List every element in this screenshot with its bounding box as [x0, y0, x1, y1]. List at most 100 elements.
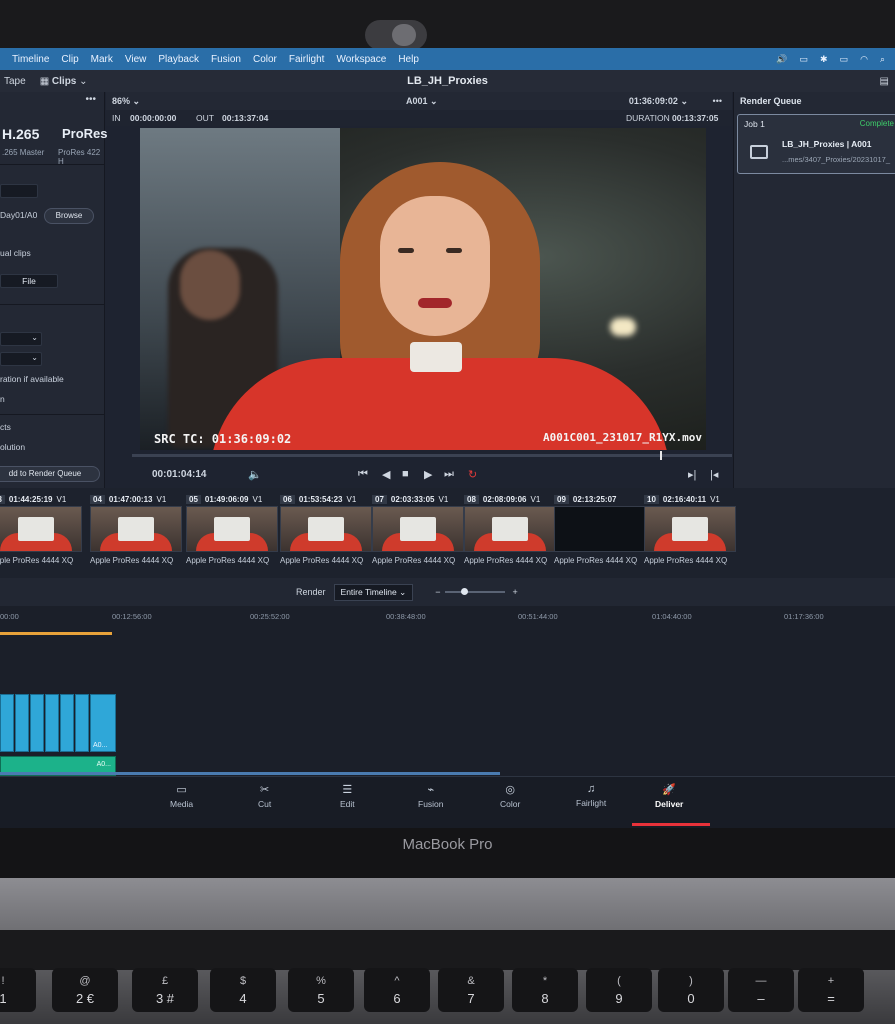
- clip-name-select[interactable]: A001 ⌄: [406, 96, 438, 107]
- clip-07[interactable]: 07 02:03:33:05 V1 Apple ProRes 4444 XQ: [372, 492, 464, 576]
- zoom-slider-handle[interactable]: [460, 588, 468, 595]
- key-3[interactable]: £3 #: [132, 968, 198, 1012]
- key-6[interactable]: ^ 6: [364, 968, 430, 1012]
- tab-fusion[interactable]: ⌁ Fusion: [418, 783, 444, 809]
- search-icon[interactable]: ⌕: [880, 54, 885, 65]
- single-file-toggle[interactable]: File: [0, 274, 58, 288]
- clip-08[interactable]: 08 02:08:09:06 V1 Apple ProRes 4444 XQ: [464, 492, 556, 576]
- viewer-timecode[interactable]: 01:36:09:02 ⌄: [629, 96, 688, 107]
- timeline-ruler[interactable]: 00:00 00:12:56:00 00:25:52:00 00:38:48:0…: [0, 606, 895, 636]
- preset-h265-sub: .265 Master: [2, 148, 45, 157]
- timeline-clip[interactable]: [0, 694, 14, 752]
- resolution-option[interactable]: olution: [0, 442, 25, 452]
- key-8[interactable]: * 8: [512, 968, 578, 1012]
- timeline-clip[interactable]: A0...: [90, 694, 116, 752]
- menu-help[interactable]: Help: [398, 54, 419, 65]
- filename-field[interactable]: [0, 184, 38, 198]
- out-timecode[interactable]: 00:13:37:04: [222, 113, 268, 123]
- add-to-render-queue-button[interactable]: dd to Render Queue: [0, 466, 100, 482]
- menu-view[interactable]: View: [125, 54, 147, 65]
- clip-10[interactable]: 10 02:16:40:11 V1 Apple ProRes 4444 XQ: [644, 492, 736, 576]
- viewer-scrubber[interactable]: [132, 451, 732, 460]
- individual-clips-option[interactable]: ual clips: [0, 248, 31, 258]
- page-layout-icon[interactable]: ▤: [880, 76, 889, 87]
- timeline-clip[interactable]: [60, 694, 74, 752]
- play-reverse-icon[interactable]: ◀: [382, 468, 390, 481]
- format-select[interactable]: ⌄: [0, 332, 42, 346]
- out-point-icon[interactable]: |◂: [710, 468, 718, 481]
- key-4[interactable]: $4: [210, 968, 276, 1012]
- menu-playback[interactable]: Playback: [158, 54, 199, 65]
- clip-04[interactable]: 04 01:47:00:13 V1 Apple ProRes 4444 XQ: [90, 492, 182, 576]
- zoom-select[interactable]: 86% ⌄: [112, 96, 140, 107]
- volume-icon[interactable]: 🔊: [776, 54, 787, 65]
- clip-03[interactable]: 0301:44:25:19V1 Apple ProRes 4444 XQ: [0, 492, 82, 576]
- source-viewer[interactable]: SRC TC: 01:36:09:02 A001C001_231017_R1YX…: [140, 128, 706, 450]
- key-0[interactable]: ) 0: [658, 968, 724, 1012]
- timeline-clip[interactable]: [45, 694, 59, 752]
- timeline-clip[interactable]: [15, 694, 29, 752]
- render-job[interactable]: Job 1 Complete LB_JH_Proxies | A001 ...m…: [737, 114, 895, 174]
- in-timecode[interactable]: 00:00:00:00: [130, 113, 176, 123]
- menu-workspace[interactable]: Workspace: [336, 54, 386, 65]
- zoom-slider[interactable]: [444, 588, 505, 595]
- clip-number: 06: [280, 494, 295, 504]
- loop-icon[interactable]: ↻: [468, 468, 477, 481]
- speaker-icon[interactable]: 🔈: [248, 468, 262, 481]
- in-point-icon[interactable]: ▸|: [688, 468, 696, 481]
- menu-bar: Timeline Clip Mark View Playback Fusion …: [0, 48, 895, 70]
- key-equals[interactable]: + =: [798, 968, 864, 1012]
- play-icon[interactable]: ▶: [424, 468, 432, 481]
- timeline-clip[interactable]: [30, 694, 44, 752]
- codec-select[interactable]: ⌄: [0, 352, 42, 366]
- skip-back-icon[interactable]: ⏮: [358, 468, 368, 481]
- zoom-in-button[interactable]: +: [513, 587, 518, 597]
- effects-option[interactable]: cts: [0, 422, 11, 432]
- duration-option[interactable]: ration if available: [0, 374, 64, 384]
- battery-icon[interactable]: ▭: [840, 54, 849, 65]
- clip-09[interactable]: 09 02:13:25:07 Apple ProRes 4444 XQ: [554, 492, 646, 576]
- key-minus[interactable]: — –: [728, 968, 794, 1012]
- clip-thumbnail: [464, 506, 556, 552]
- preset-h265[interactable]: H.265: [2, 126, 39, 142]
- preset-prores[interactable]: ProRes: [62, 126, 108, 141]
- key-5[interactable]: % 5: [288, 968, 354, 1012]
- tab-edit[interactable]: ☰ Edit: [340, 783, 355, 809]
- menu-clip[interactable]: Clip: [61, 54, 78, 65]
- skip-forward-icon[interactable]: ⏭: [444, 468, 454, 481]
- tab-cut[interactable]: ✂ Cut: [258, 783, 271, 809]
- job-label: Job 1: [744, 119, 765, 129]
- zoom-out-button[interactable]: −: [435, 587, 440, 597]
- timeline-scrollbar[interactable]: [0, 772, 500, 775]
- clip-06[interactable]: 06 01:53:54:23 V1 Apple ProRes 4444 XQ: [280, 492, 372, 576]
- menu-fusion[interactable]: Fusion: [211, 54, 241, 65]
- scrubber-playhead[interactable]: [660, 451, 662, 460]
- timeline[interactable]: 00:00 00:12:56:00 00:25:52:00 00:38:48:0…: [0, 606, 895, 776]
- wifi-icon[interactable]: ◠: [860, 54, 868, 65]
- stop-icon[interactable]: ■: [402, 468, 409, 480]
- timeline-clip[interactable]: [75, 694, 89, 752]
- clip-05[interactable]: 05 01:49:06:09 V1 Apple ProRes 4444 XQ: [186, 492, 278, 576]
- bluetooth-icon[interactable]: ✱: [820, 54, 828, 65]
- menu-fairlight[interactable]: Fairlight: [289, 54, 325, 65]
- key-9[interactable]: (9: [586, 968, 652, 1012]
- clip-timecode: 02:03:33:05: [390, 494, 435, 504]
- menu-timeline[interactable]: Timeline: [12, 54, 49, 65]
- viewer-options-icon[interactable]: •••: [713, 96, 722, 106]
- location-field[interactable]: Day01/A0: [0, 210, 37, 220]
- tab-media[interactable]: ▭ Media: [170, 783, 193, 809]
- render-range-bar[interactable]: [0, 632, 112, 635]
- tab-color[interactable]: ◎ Color: [500, 783, 520, 809]
- key-1[interactable]: ! 1: [0, 968, 36, 1012]
- menu-color[interactable]: Color: [253, 54, 277, 65]
- tab-deliver[interactable]: 🚀 Deliver: [655, 783, 683, 809]
- menu-mark[interactable]: Mark: [91, 54, 113, 65]
- key-2[interactable]: @2 €: [52, 968, 118, 1012]
- tab-fairlight[interactable]: ♫ Fairlight: [576, 783, 606, 808]
- render-mode-select[interactable]: Entire Timeline ⌄: [333, 583, 414, 601]
- browse-button[interactable]: Browse: [44, 208, 94, 224]
- airplay-icon[interactable]: ▭: [800, 54, 809, 65]
- clip-number: 07: [372, 494, 387, 504]
- key-7[interactable]: & 7: [438, 968, 504, 1012]
- panel-options-icon[interactable]: •••: [85, 94, 96, 105]
